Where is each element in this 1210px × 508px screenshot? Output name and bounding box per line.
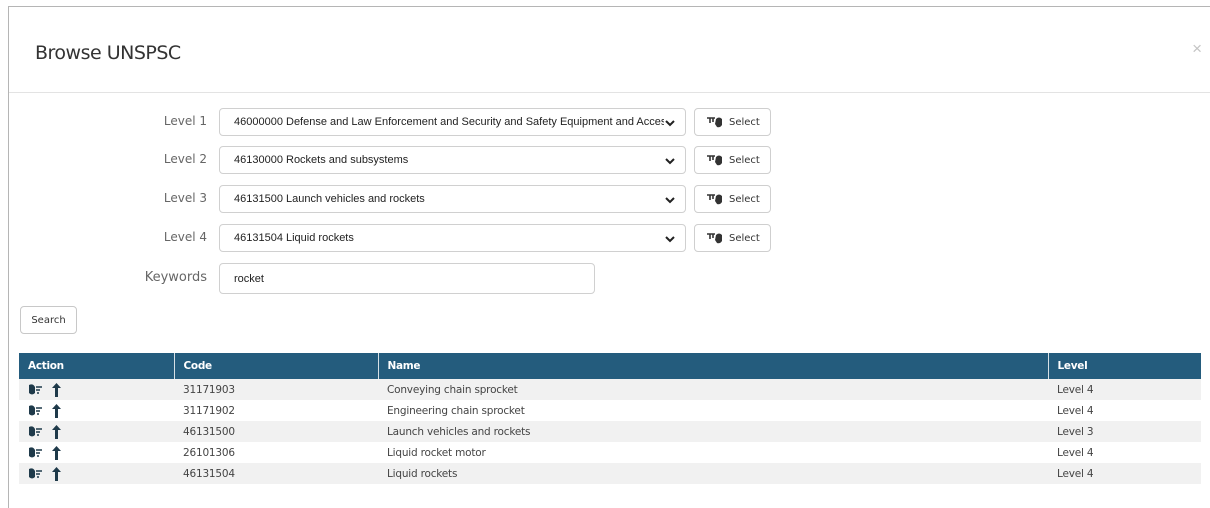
level-4-selected-value: 46131504 Liquid rockets bbox=[234, 232, 354, 244]
row-code: 26101306 bbox=[183, 446, 235, 459]
modal-title: Browse UNSPSC bbox=[35, 42, 181, 64]
row-code: 31171903 bbox=[183, 383, 235, 396]
row-actions bbox=[19, 379, 174, 400]
arrow-up-icon[interactable] bbox=[52, 424, 62, 439]
level-1-select-button[interactable]: Select bbox=[694, 108, 771, 136]
chevron-down-icon bbox=[665, 197, 675, 204]
row-name: Engineering chain sprocket bbox=[387, 404, 525, 417]
level-2-select-button[interactable]: Select bbox=[694, 146, 771, 174]
chevron-down-icon bbox=[665, 120, 675, 127]
level-1-selected-value: 46000000 Defense and Law Enforcement and… bbox=[234, 116, 664, 128]
row-code: 46131504 bbox=[183, 467, 235, 480]
level-3-label: Level 3 bbox=[163, 191, 207, 205]
level-4-label: Level 4 bbox=[163, 230, 207, 244]
level-2-row: Level 2 46130000 Rockets and subsystems … bbox=[9, 146, 1210, 174]
level-1-label: Level 1 bbox=[163, 114, 207, 128]
level-3-select[interactable]: 46131500 Launch vehicles and rockets bbox=[219, 185, 686, 213]
table-row: 46131504 Liquid rockets Level 4 bbox=[19, 463, 1201, 484]
row-level: Level 4 bbox=[1057, 467, 1094, 480]
table-header-row: Action Code Name Level bbox=[19, 353, 1201, 379]
row-name: Liquid rockets bbox=[387, 467, 458, 480]
close-button[interactable]: × bbox=[1192, 40, 1202, 57]
level-4-select-button[interactable]: Select bbox=[694, 224, 771, 252]
table-row: 31171902 Engineering chain sprocket Leve… bbox=[19, 400, 1201, 421]
level-2-selected-value: 46130000 Rockets and subsystems bbox=[234, 154, 409, 166]
row-name: Conveying chain sprocket bbox=[387, 383, 518, 396]
results-table: Action Code Name Level 31171903 Conveyin… bbox=[19, 353, 1201, 484]
arrow-up-icon[interactable] bbox=[52, 466, 62, 481]
column-header-action[interactable]: Action bbox=[19, 353, 175, 379]
table-row: 26101306 Liquid rocket motor Level 4 bbox=[19, 442, 1201, 463]
hand-pointer-icon bbox=[707, 194, 722, 205]
keywords-row: Keywords bbox=[9, 263, 1210, 294]
row-actions bbox=[19, 400, 174, 421]
row-level: Level 4 bbox=[1057, 404, 1094, 417]
level-3-select-label: Select bbox=[729, 194, 760, 205]
row-name: Liquid rocket motor bbox=[387, 446, 486, 459]
hand-pointer-icon bbox=[707, 155, 722, 166]
level-4-row: Level 4 46131504 Liquid rockets Select bbox=[9, 224, 1210, 252]
hand-pointer-icon bbox=[707, 117, 722, 128]
arrow-up-icon[interactable] bbox=[52, 382, 62, 397]
row-code: 46131500 bbox=[183, 425, 235, 438]
row-level: Level 4 bbox=[1057, 446, 1094, 459]
arrow-up-icon[interactable] bbox=[52, 445, 62, 460]
hand-pointer-icon[interactable] bbox=[27, 446, 43, 459]
level-4-select-label: Select bbox=[729, 233, 760, 244]
level-3-selected-value: 46131500 Launch vehicles and rockets bbox=[234, 193, 425, 205]
row-level: Level 4 bbox=[1057, 383, 1094, 396]
chevron-down-icon bbox=[665, 158, 675, 165]
level-2-select[interactable]: 46130000 Rockets and subsystems bbox=[219, 146, 686, 174]
table-row: 31171903 Conveying chain sprocket Level … bbox=[19, 379, 1201, 400]
hand-pointer-icon[interactable] bbox=[27, 383, 43, 396]
level-2-select-label: Select bbox=[729, 155, 760, 166]
level-3-row: Level 3 46131500 Launch vehicles and roc… bbox=[9, 185, 1210, 213]
level-1-select-label: Select bbox=[729, 117, 760, 128]
keywords-input[interactable] bbox=[219, 263, 595, 294]
keywords-label: Keywords bbox=[144, 270, 207, 285]
row-actions bbox=[19, 442, 174, 463]
level-3-select-button[interactable]: Select bbox=[694, 185, 771, 213]
hand-pointer-icon[interactable] bbox=[27, 404, 43, 417]
row-code: 31171902 bbox=[183, 404, 235, 417]
search-button[interactable]: Search bbox=[20, 306, 77, 334]
level-4-select[interactable]: 46131504 Liquid rockets bbox=[219, 224, 686, 252]
row-level: Level 3 bbox=[1057, 425, 1094, 438]
chevron-down-icon bbox=[665, 236, 675, 243]
row-actions bbox=[19, 463, 174, 484]
row-actions bbox=[19, 421, 174, 442]
hand-pointer-icon[interactable] bbox=[27, 425, 43, 438]
arrow-up-icon[interactable] bbox=[52, 403, 62, 418]
column-header-level[interactable]: Level bbox=[1048, 353, 1201, 379]
column-header-name[interactable]: Name bbox=[378, 353, 1049, 379]
level-1-select[interactable]: 46000000 Defense and Law Enforcement and… bbox=[219, 108, 686, 136]
level-2-label: Level 2 bbox=[163, 152, 207, 166]
hand-pointer-icon bbox=[707, 233, 722, 244]
row-name: Launch vehicles and rockets bbox=[387, 425, 531, 438]
modal-header: Browse UNSPSC × bbox=[9, 7, 1210, 93]
table-row: 46131500 Launch vehicles and rockets Lev… bbox=[19, 421, 1201, 442]
browse-unspsc-modal: Browse UNSPSC × Level 1 46000000 Defense… bbox=[8, 6, 1210, 508]
hand-pointer-icon[interactable] bbox=[27, 467, 43, 480]
column-header-code[interactable]: Code bbox=[174, 353, 379, 379]
level-1-row: Level 1 46000000 Defense and Law Enforce… bbox=[9, 108, 1210, 136]
